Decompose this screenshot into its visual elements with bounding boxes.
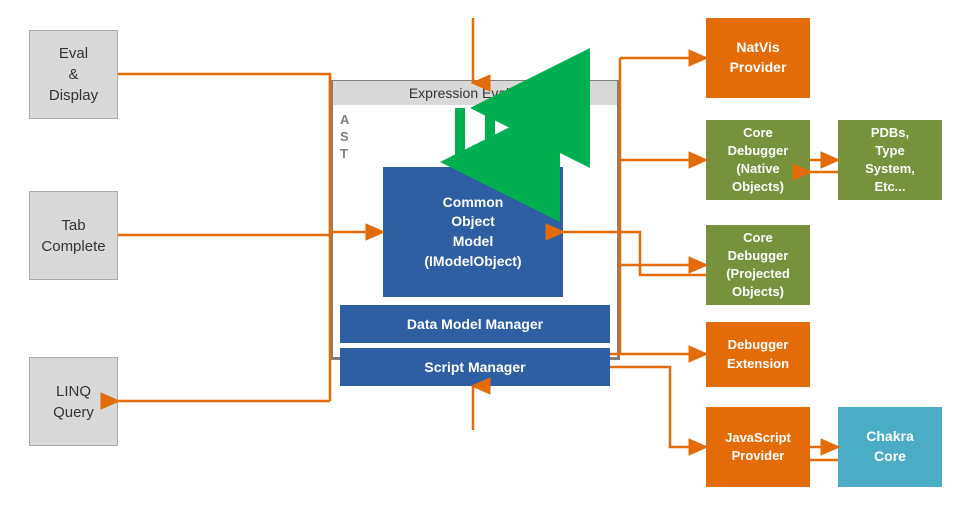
diagram: Eval & Display Tab Complete LINQ Query E… bbox=[0, 0, 979, 512]
ast-label: A S T bbox=[340, 112, 349, 163]
tab-complete-box: Tab Complete bbox=[29, 191, 118, 280]
core-debugger-projected-box: Core Debugger (Projected Objects) bbox=[706, 225, 810, 305]
common-object-model-box: Common Object Model (IModelObject) bbox=[383, 167, 563, 297]
natvis-provider-box: NatVis Provider bbox=[706, 18, 810, 98]
linq-query-box: LINQ Query bbox=[29, 357, 118, 446]
debugger-extension-box: Debugger Extension bbox=[706, 322, 810, 387]
expression-evaluator-label: Expression Evaluator bbox=[333, 81, 617, 105]
script-manager-box: Script Manager bbox=[340, 348, 610, 386]
javascript-provider-box: JavaScript Provider bbox=[706, 407, 810, 487]
pdbs-box: PDBs, Type System, Etc... bbox=[838, 120, 942, 200]
chakra-core-box: Chakra Core bbox=[838, 407, 942, 487]
eval-display-box: Eval & Display bbox=[29, 30, 118, 119]
core-debugger-native-box: Core Debugger (Native Objects) bbox=[706, 120, 810, 200]
data-model-manager-box: Data Model Manager bbox=[340, 305, 610, 343]
